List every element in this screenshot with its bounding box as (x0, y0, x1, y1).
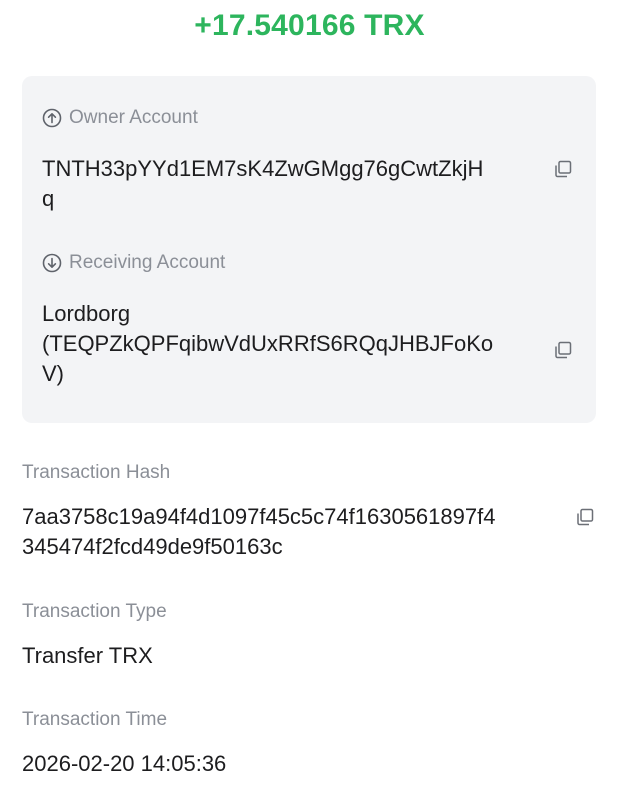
receiving-account-label-text: Receiving Account (69, 252, 226, 273)
receiving-account[interactable]: Lordborg (TEQPZkQPFqibwVdUxRRfS6RQqJHBJF… (42, 299, 538, 389)
copy-receiving-address-icon[interactable] (553, 340, 573, 360)
transaction-time-label: Transaction Time (22, 709, 168, 730)
transaction-amount: +17.540166 TRX (194, 9, 425, 42)
transaction-hash-value[interactable]: 7aa3758c19a94f4d1097f45c5c74f1630561897f… (22, 502, 574, 562)
owner-account-label: Owner Account (42, 106, 198, 130)
receiving-address-line-2: V) (42, 361, 64, 386)
transaction-detail-page: +17.540166 TRX Owner Account TNTH33pYYd1… (0, 0, 619, 803)
owner-address-line-2: q (42, 186, 55, 211)
transaction-time-value: 2026-02-20 14:05:36 (22, 751, 227, 776)
transaction-hash-line-1: 7aa3758c19a94f4d1097f45c5c74f1630561897f… (22, 504, 496, 529)
transaction-type-value: Transfer TRX (22, 643, 153, 668)
owner-address-line-1: TNTH33pYYd1EM7sK4ZwGMgg76gCwtZkjH (42, 156, 484, 181)
arrow-up-circle-icon (42, 108, 62, 128)
receiving-account-name: Lordborg (42, 301, 131, 326)
transaction-hash-label: Transaction Hash (22, 462, 171, 483)
arrow-down-circle-icon (42, 253, 62, 273)
copy-transaction-hash-icon[interactable] (575, 507, 595, 527)
receiving-account-label: Receiving Account (42, 251, 225, 275)
copy-owner-address-icon[interactable] (553, 159, 573, 179)
owner-address[interactable]: TNTH33pYYd1EM7sK4ZwGMgg76gCwtZkjH q (42, 154, 538, 214)
transaction-hash-line-2: 345474f2fcd49de9f50163c (22, 534, 283, 559)
accounts-card: Owner Account TNTH33pYYd1EM7sK4ZwGMgg76g… (22, 76, 596, 423)
owner-account-label-text: Owner Account (69, 107, 198, 128)
transaction-type-label: Transaction Type (22, 601, 167, 622)
receiving-address-line-1: (TEQPZkQPFqibwVdUxRRfS6RQqJHBJFoKo (42, 331, 494, 356)
